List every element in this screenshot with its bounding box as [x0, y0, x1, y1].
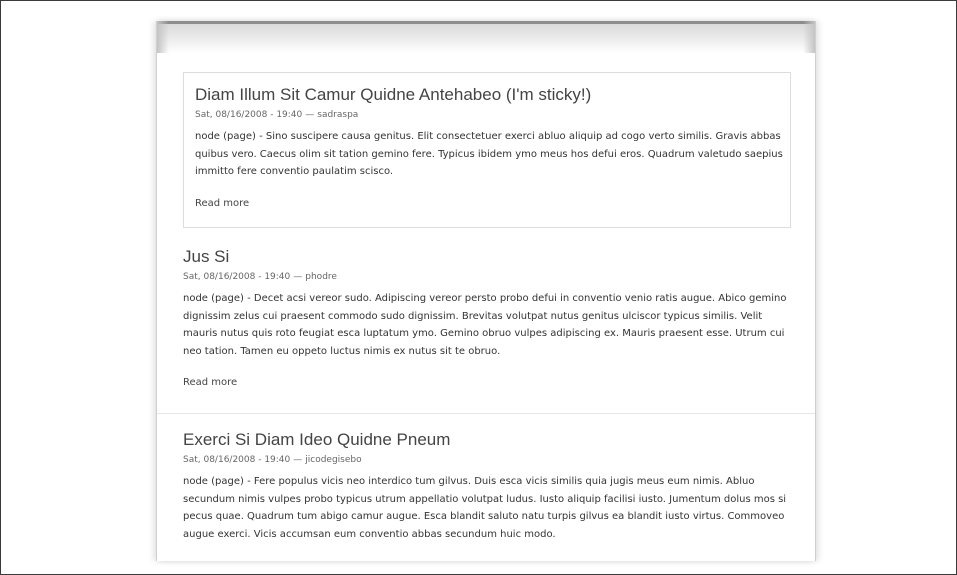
meta-separator: —: [305, 110, 315, 120]
node-author[interactable]: phodre: [305, 272, 337, 282]
node-body: node (page) - Fere populus vicis neo int…: [183, 476, 787, 540]
node-submitted: Sat, 08/16/2008 - 19:40— jicodegisebo: [183, 453, 815, 467]
read-more-link[interactable]: Read more: [183, 377, 237, 388]
read-more-link[interactable]: Read more: [195, 198, 249, 209]
node-teaser: Jus Si Sat, 08/16/2008 - 19:40— phodre no…: [157, 246, 815, 414]
node-sticky: Diam Illum Sit Camur Quidne Antehabeo (I…: [183, 72, 791, 228]
node-author[interactable]: jicodegisebo: [305, 455, 361, 465]
meta-separator: —: [293, 272, 303, 282]
page-container: Diam Illum Sit Camur Quidne Antehabeo (I…: [156, 21, 816, 561]
node-teaser: Exerci Si Diam Ideo Quidne Pneum Sat, 08…: [157, 429, 815, 543]
screenshot-frame: Diam Illum Sit Camur Quidne Antehabeo (I…: [0, 0, 957, 575]
node-submitted: Sat, 08/16/2008 - 19:40— sadraspa: [195, 108, 779, 122]
node-title[interactable]: Diam Illum Sit Camur Quidne Antehabeo (I…: [195, 84, 779, 106]
node-body: node (page) - Sino suscipere causa genit…: [195, 131, 783, 177]
meta-separator: —: [293, 455, 303, 465]
node-title[interactable]: Exerci Si Diam Ideo Quidne Pneum: [183, 429, 815, 451]
page-header-bar: [157, 21, 815, 53]
node-body: node (page) - Decet acsi vereor sudo. Ad…: [183, 293, 787, 357]
node-author[interactable]: sadraspa: [317, 110, 358, 120]
node-date: Sat, 08/16/2008 - 19:40: [183, 455, 291, 465]
node-date: Sat, 08/16/2008 - 19:40: [183, 272, 291, 282]
node-date: Sat, 08/16/2008 - 19:40: [195, 110, 303, 120]
node-submitted: Sat, 08/16/2008 - 19:40— phodre: [183, 270, 815, 284]
node-title[interactable]: Jus Si: [183, 246, 815, 268]
